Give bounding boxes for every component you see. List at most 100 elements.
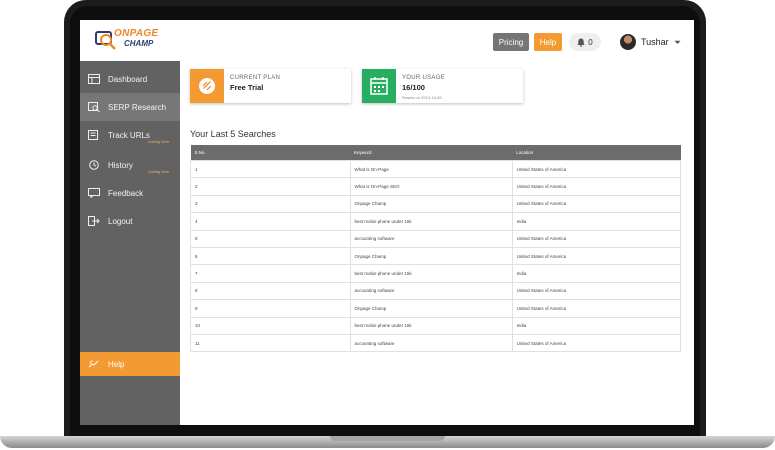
feedback-icon (88, 188, 100, 198)
cell-keyword: accounting software (349, 281, 513, 301)
cell-sno: 11 (190, 333, 351, 353)
table-row[interactable]: 9 Onpage Champ United States of America (190, 299, 682, 318)
sidebar-item-label: Logout (108, 216, 133, 226)
coming-soon-badge: Coming Soon (148, 170, 170, 174)
cell-location: United States of America (511, 333, 682, 353)
cell-location: United States of America (511, 281, 682, 301)
history-icon (89, 160, 99, 170)
sidebar-item-history[interactable]: History Coming Soon (80, 151, 180, 179)
main-content: CURRENT PLAN Free Trial YOUR USAGE 16/10… (180, 61, 694, 425)
cell-keyword: accounting software (349, 229, 513, 248)
cell-location: India (511, 264, 682, 283)
cell-sno: 10 (190, 316, 351, 335)
table-row[interactable]: 2 What is On-Page SEO United States of Ame… (190, 177, 682, 196)
cell-sno: 4 (190, 212, 351, 231)
sidebar-item-help[interactable]: Help (80, 352, 180, 376)
coming-soon-badge: Coming Soon (148, 140, 170, 144)
cell-sno: 3 (190, 194, 351, 214)
track-icon (88, 130, 98, 140)
usage-value: 16/100 (402, 83, 425, 92)
notifications-button[interactable]: 0 (569, 33, 601, 51)
plan-value: Free Trial (230, 83, 264, 92)
cell-keyword: Onpage Champ (349, 194, 513, 214)
cell-location: United States of America (511, 299, 682, 318)
usage-label: YOUR USAGE (402, 75, 446, 81)
sidebar-item-label: Track URLs (108, 130, 150, 140)
help-button[interactable]: Help (534, 33, 562, 51)
cell-location: United States of America (511, 194, 682, 214)
cell-keyword: best mobie phone under 15k (349, 264, 513, 283)
plan-label: CURRENT PLAN (230, 75, 281, 81)
sidebar-item-label: Dashboard (108, 74, 148, 84)
cell-location: United States of America (511, 246, 682, 266)
cell-keyword: best mobie phone under 15k (349, 212, 513, 231)
usage-reset-date: Resets on 2019-10-09 (402, 95, 442, 100)
pricing-button[interactable]: Pricing (493, 33, 529, 51)
searches-title: Your Last 5 Searches (190, 129, 276, 139)
sidebar: Dashboard SERP Research Track URLs Comin… (80, 61, 180, 425)
cell-keyword: What is On-Page SEO (349, 177, 513, 196)
cell-sno: 6 (190, 229, 351, 248)
plan-icon (199, 78, 215, 94)
calendar-icon (370, 77, 388, 95)
table-row[interactable]: 8 Onpage Champ United States of America (190, 246, 682, 266)
cell-keyword: What is On-Page (349, 159, 513, 179)
cell-sno: 8 (190, 281, 351, 301)
table-row[interactable]: 10 best mobie phone under 15k India (190, 316, 682, 335)
cell-sno: 7 (190, 264, 351, 283)
cell-sno: 2 (190, 177, 351, 196)
dashboard-icon (88, 74, 100, 84)
table-row[interactable]: 11 accounting software United States of Am… (190, 333, 682, 353)
cell-sno: 1 (190, 159, 351, 179)
cell-location: United States of America (511, 177, 682, 196)
usage-card: YOUR USAGE 16/100 Resets on 2019-10-09 (362, 69, 523, 103)
sidebar-item-dashboard[interactable]: Dashboard (80, 65, 180, 93)
table-row[interactable]: 6 accounting software United States of Ame… (190, 229, 682, 248)
bell-icon (577, 38, 585, 47)
table-row[interactable]: 4 best mobie phone under 15k India (190, 212, 682, 231)
sidebar-item-serp-research[interactable]: SERP Research (80, 93, 180, 121)
top-bar: ONPAGE CHAMP Pricing Help 0 Tushar (80, 20, 694, 62)
sidebar-item-label: Help (108, 359, 125, 369)
help-hand-icon (88, 360, 99, 368)
usage-icon-box (362, 69, 396, 103)
cell-keyword: Onpage Champ (349, 246, 513, 266)
user-name: Tushar (641, 37, 669, 47)
cell-keyword: best mobie phone under 15k (349, 316, 513, 335)
column-header-keyword: Keyword (350, 145, 513, 161)
cell-keyword: accounting software (349, 333, 513, 353)
cell-location: India (511, 316, 682, 335)
cell-location: United States of America (511, 159, 682, 179)
cell-location: United States of America (511, 229, 682, 248)
user-menu[interactable]: Tushar (620, 31, 681, 53)
sidebar-item-track-urls[interactable]: Track URLs Coming Soon (80, 121, 180, 149)
current-plan-card: CURRENT PLAN Free Trial (190, 69, 351, 103)
notification-count: 0 (588, 37, 593, 47)
sidebar-item-feedback[interactable]: Feedback (80, 179, 180, 207)
app-screen: ONPAGE CHAMP Pricing Help 0 Tushar Dashb… (80, 20, 694, 425)
sidebar-item-label: SERP Research (108, 102, 167, 112)
chevron-down-icon (674, 40, 681, 44)
cell-sno: 8 (190, 246, 351, 266)
avatar (620, 34, 636, 50)
cell-keyword: Onpage Champ (349, 299, 513, 318)
sidebar-item-label: Feedback (108, 188, 144, 198)
sidebar-item-logout[interactable]: Logout (80, 207, 180, 235)
logo-text-top: ONPAGE (114, 28, 159, 39)
sidebar-item-label: History (108, 160, 133, 170)
serp-icon (88, 102, 100, 112)
table-row[interactable]: 7 best mobie phone under 15k India (190, 264, 682, 283)
table-row[interactable]: 1 What is On-Page United States of America (190, 159, 682, 179)
table-row[interactable]: 3 Onpage Champ United States of America (190, 194, 682, 214)
searches-table: S.No. Keyword Location 1 What is On-Page U… (190, 145, 682, 353)
logout-icon (88, 216, 100, 226)
logo-text-bottom: CHAMP (124, 39, 154, 48)
column-header-location: Location (512, 145, 681, 161)
cell-location: India (511, 212, 682, 231)
table-header-row: S.No. Keyword Location (190, 145, 681, 161)
table-row[interactable]: 8 accounting software United States of Ame… (190, 281, 682, 301)
plan-icon-box (190, 69, 224, 103)
column-header-sno: S.No. (190, 145, 351, 161)
laptop-notch (330, 436, 445, 441)
onpage-champ-logo[interactable]: ONPAGE CHAMP (94, 27, 164, 53)
